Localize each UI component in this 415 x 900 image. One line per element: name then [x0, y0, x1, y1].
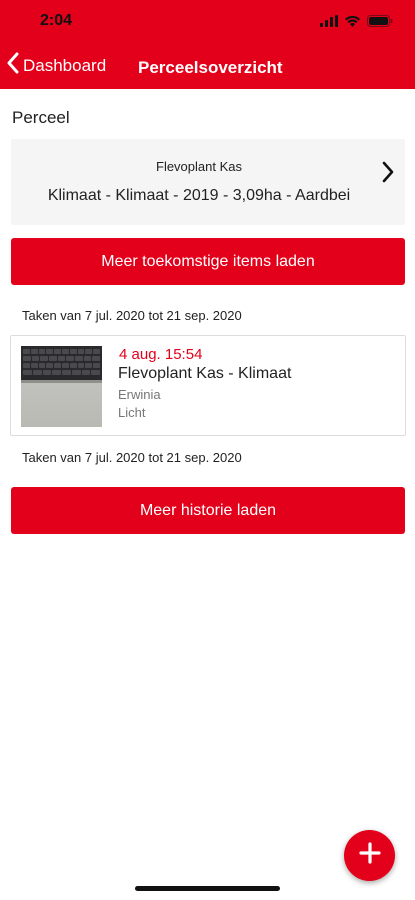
task-thumbnail	[21, 346, 102, 427]
load-future-button[interactable]: Meer toekomstige items laden	[11, 238, 405, 285]
wifi-icon	[344, 14, 361, 32]
page-title: Perceelsoverzicht	[138, 58, 283, 77]
status-time: 2:04	[40, 12, 73, 29]
chevron-right-icon	[381, 161, 395, 188]
battery-icon	[367, 14, 393, 32]
section-label-perceel: Perceel	[12, 108, 70, 127]
header: 2:04 Dashboard Perceelsoverzicht	[0, 0, 415, 89]
perceel-name: Flevoplant Kas	[156, 159, 242, 174]
task-range-label: Taken van 7 jul. 2020 tot 21 sep. 2020	[22, 308, 242, 323]
back-label: Dashboard	[23, 55, 107, 75]
task-date: 4 aug. 15:54	[119, 346, 203, 363]
perceel-card[interactable]: Flevoplant Kas Klimaat - Klimaat - 2019 …	[11, 139, 405, 225]
task-subtitle: Erwinia	[118, 387, 161, 402]
plus-icon	[358, 842, 381, 869]
history-range-label: Taken van 7 jul. 2020 tot 21 sep. 2020	[22, 450, 242, 465]
status-bar: 2:04	[0, 0, 415, 44]
task-title: Flevoplant Kas - Klimaat	[118, 365, 292, 382]
back-button[interactable]: Dashboard	[6, 52, 106, 79]
home-indicator	[135, 886, 280, 891]
status-icons	[320, 14, 393, 32]
task-card[interactable]: 4 aug. 15:54 Flevoplant Kas - Klimaat Er…	[10, 335, 406, 436]
perceel-details: Klimaat - Klimaat - 2019 - 3,09ha - Aard…	[47, 187, 351, 204]
signal-icon	[320, 14, 338, 32]
task-detail: Licht	[118, 405, 146, 420]
add-button[interactable]	[344, 830, 395, 881]
chevron-left-icon	[6, 52, 20, 79]
load-history-button[interactable]: Meer historie laden	[11, 487, 405, 534]
nav-bar: Dashboard Perceelsoverzicht	[0, 44, 415, 89]
